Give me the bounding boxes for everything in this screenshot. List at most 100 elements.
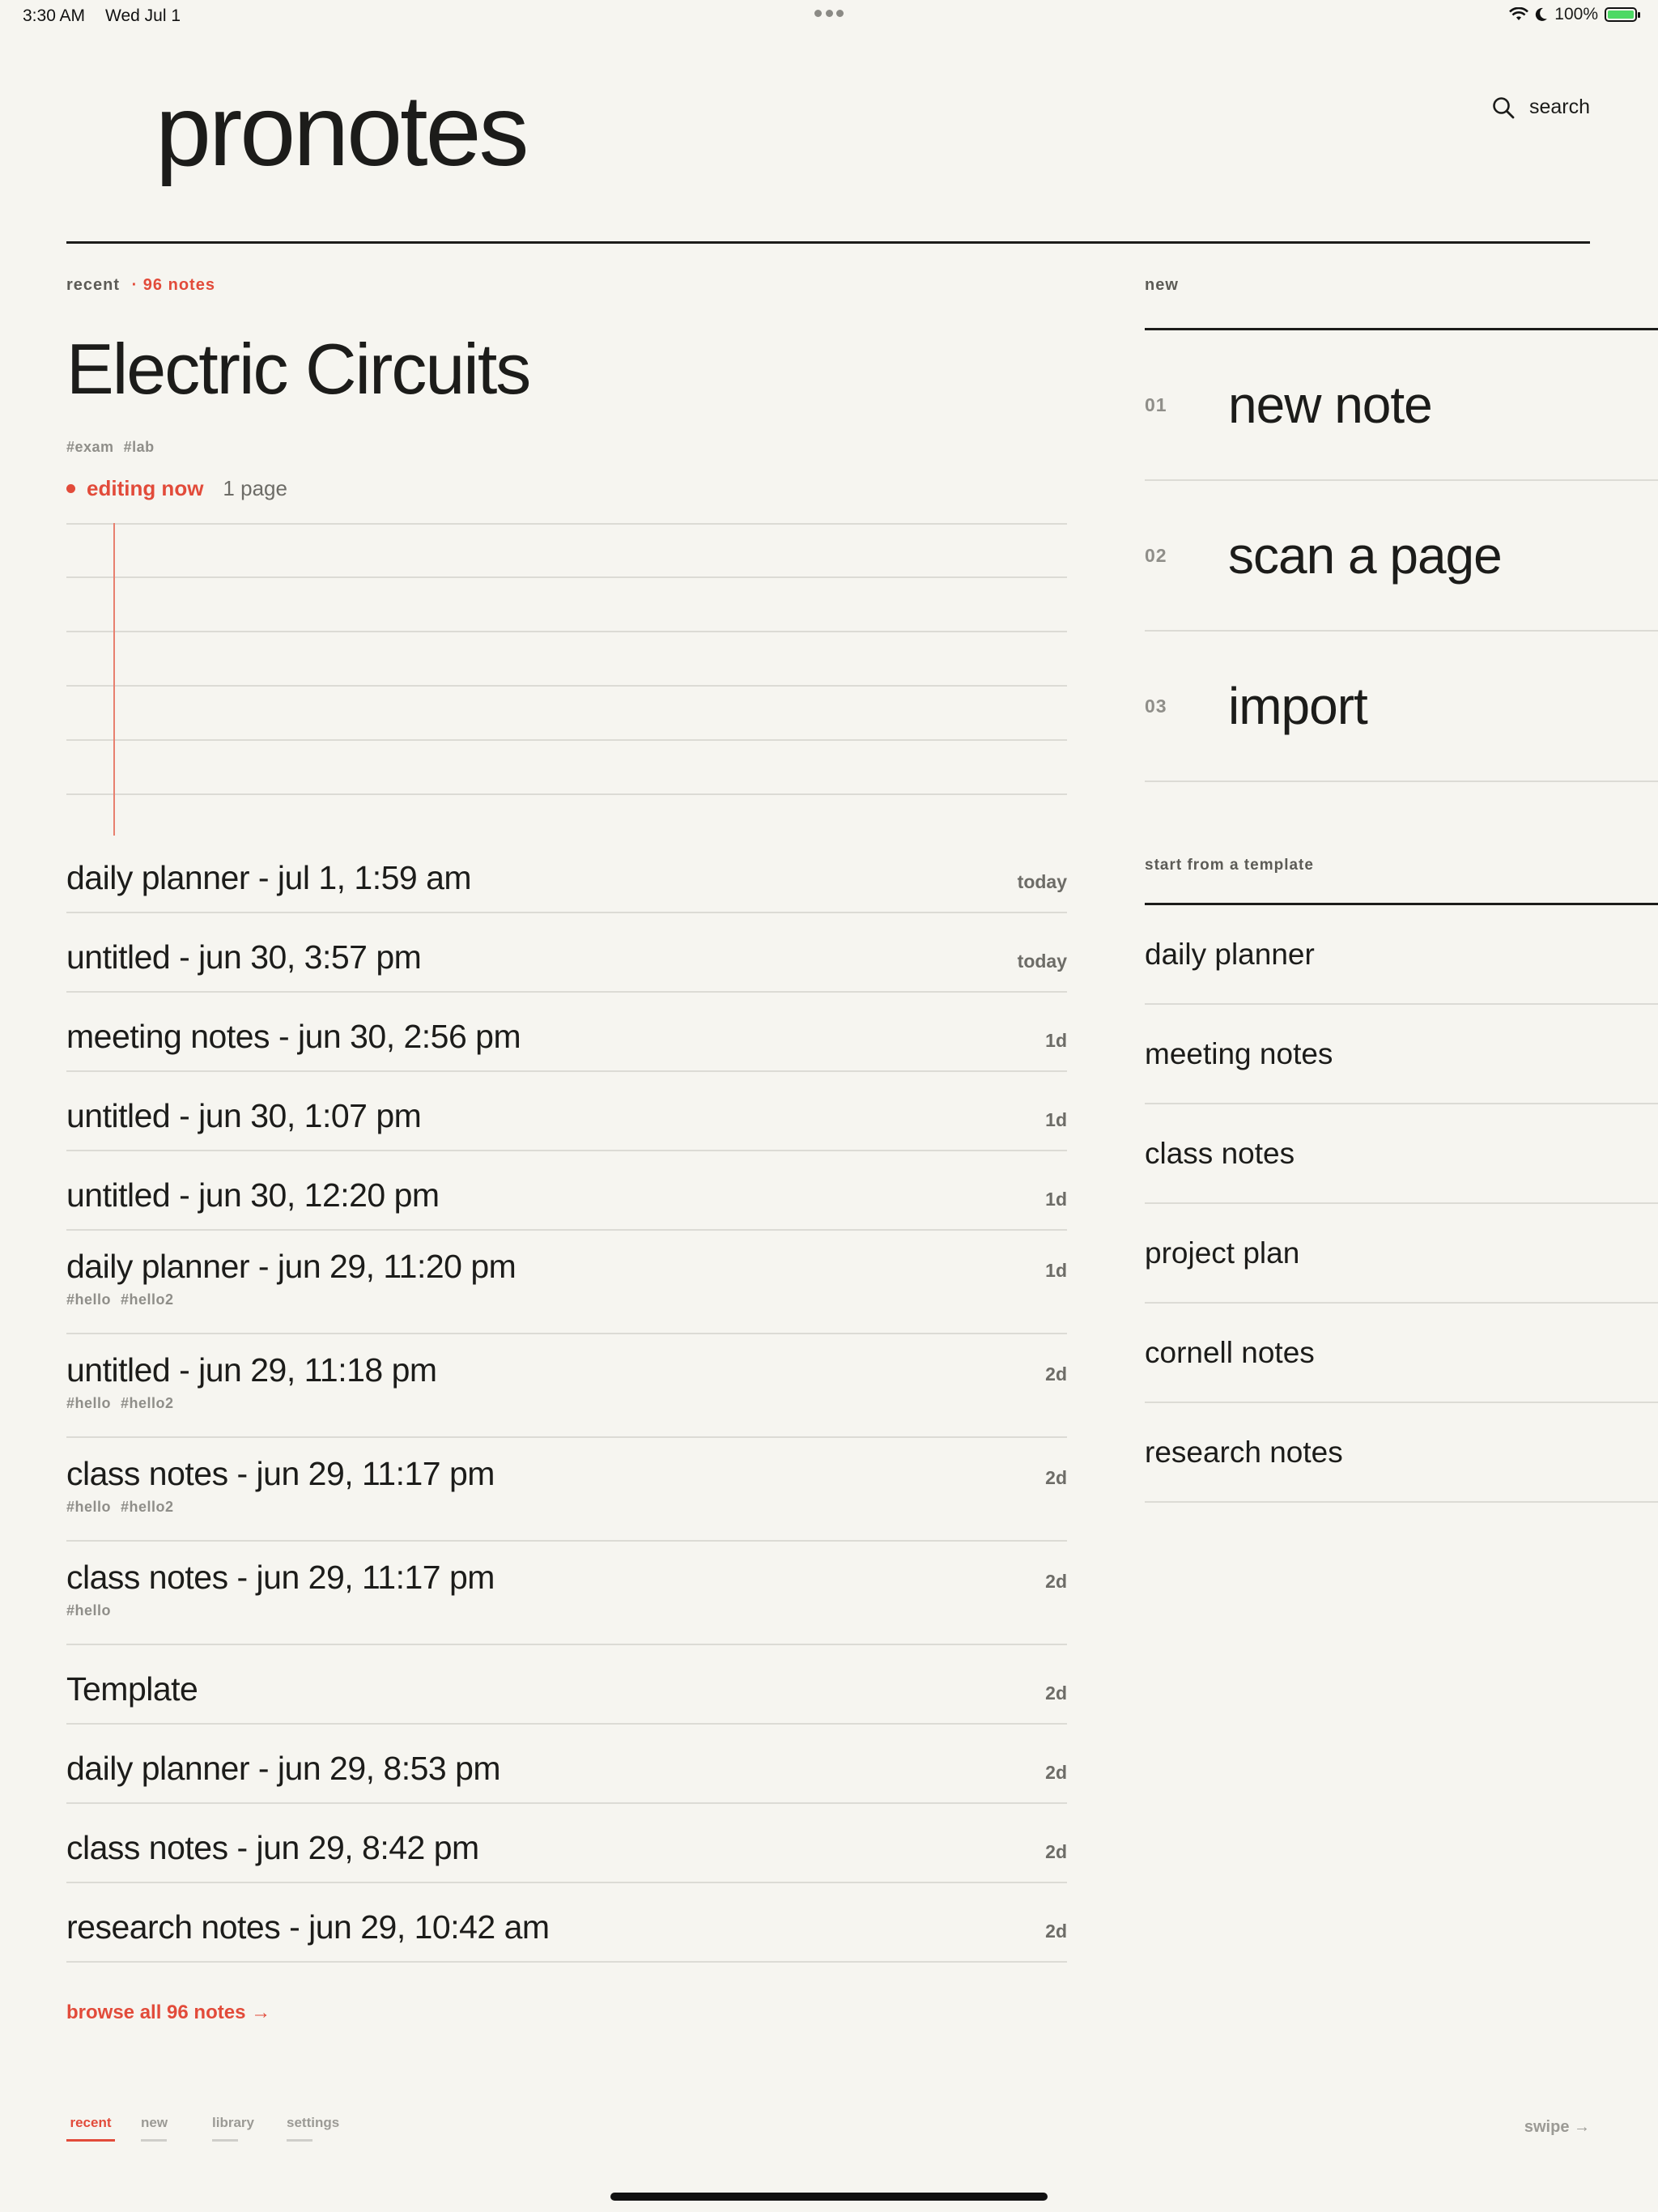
note-age: 2d: [1045, 1363, 1067, 1385]
item-number: 02: [1145, 544, 1167, 566]
tab-recent[interactable]: recent: [66, 2115, 115, 2142]
note-title: untitled - jun 30, 3:57 pm: [66, 938, 422, 976]
recent-section-header: recent · 96 notes: [66, 276, 215, 295]
featured-note-title[interactable]: Electric Circuits: [66, 334, 531, 405]
note-info: class notes - jun 29, 11:17 pm #hello #hel…: [66, 1457, 495, 1516]
note-info: untitled - jun 30, 12:20 pm: [66, 1179, 440, 1212]
browse-all-link[interactable]: browse all 96 notes →: [66, 2001, 270, 2024]
tab-label: recent: [70, 2115, 112, 2130]
note-tags: #hello #hello2: [66, 1499, 495, 1516]
template-cornell-notes[interactable]: cornell notes: [1145, 1304, 1658, 1403]
note-age: today: [1017, 951, 1067, 972]
note-row[interactable]: daily planner - jun 29, 11:20 pm #hello #h…: [66, 1231, 1067, 1334]
item-label: scan a page: [1228, 526, 1503, 585]
home-indicator[interactable]: [610, 2193, 1048, 2201]
tag[interactable]: #hello2: [121, 1291, 174, 1308]
note-row[interactable]: daily planner - jun 29, 8:53 pm 2d: [66, 1725, 1067, 1804]
editing-label: editing now: [87, 476, 204, 500]
note-title: daily planner - jun 29, 8:53 pm: [66, 1750, 501, 1787]
note-title: class notes - jun 29, 8:42 pm: [66, 1829, 479, 1866]
note-age: today: [1017, 871, 1067, 892]
note-info: untitled - jun 29, 11:18 pm #hello #hello2: [66, 1354, 437, 1412]
search-label: search: [1528, 96, 1590, 118]
note-row[interactable]: daily planner - jul 1, 1:59 am today: [66, 834, 1067, 913]
note-age: 1d: [1045, 1109, 1067, 1130]
note-row[interactable]: untitled - jun 29, 11:18 pm #hello #hello2…: [66, 1334, 1067, 1438]
import-button[interactable]: 03 import: [1145, 632, 1658, 782]
tag[interactable]: #hello2: [121, 1395, 174, 1411]
note-info: class notes - jun 29, 8:42 pm: [66, 1831, 479, 1865]
margin-line: [113, 523, 115, 836]
note-age: 1d: [1045, 1260, 1067, 1281]
template-meeting-notes[interactable]: meeting notes: [1145, 1005, 1658, 1104]
tag[interactable]: #hello: [66, 1602, 111, 1619]
tag[interactable]: #hello: [66, 1499, 111, 1515]
note-row[interactable]: untitled - jun 30, 1:07 pm 1d: [66, 1072, 1067, 1151]
moon-icon: [1536, 7, 1548, 21]
tab-library[interactable]: library: [212, 2115, 254, 2142]
note-title: Template: [66, 1670, 198, 1708]
editing-dot-icon: [66, 484, 75, 493]
note-info: daily planner - jul 1, 1:59 am: [66, 859, 472, 896]
page-count: 1 page: [223, 476, 287, 500]
note-row[interactable]: untitled - jun 30, 3:57 pm today: [66, 913, 1067, 993]
search-button[interactable]: search: [1492, 96, 1590, 119]
editing-status: editing now 1 page: [66, 476, 287, 501]
status-time: 3:30 AM: [23, 6, 86, 25]
template-list: daily planner meeting notes class notes …: [1145, 903, 1658, 1503]
template-section-label: start from a template: [1145, 857, 1314, 874]
note-title: daily planner - jun 29, 11:20 pm: [66, 1248, 517, 1285]
template-research-notes[interactable]: research notes: [1145, 1403, 1658, 1503]
note-title: daily planner - jul 1, 1:59 am: [66, 859, 472, 896]
tag[interactable]: #hello: [66, 1291, 111, 1308]
note-info: untitled - jun 30, 3:57 pm: [66, 938, 422, 976]
note-info: daily planner - jun 29, 11:20 pm #hello #h…: [66, 1248, 517, 1308]
note-age: 2d: [1045, 1921, 1067, 1942]
tab-label: new: [141, 2115, 168, 2130]
template-project-plan[interactable]: project plan: [1145, 1204, 1658, 1304]
note-age: 2d: [1045, 1841, 1067, 1862]
item-number: 01: [1145, 393, 1167, 415]
tab-label: settings: [287, 2115, 340, 2130]
recent-label: recent: [66, 276, 121, 294]
note-age: 1d: [1045, 1030, 1067, 1051]
note-title: untitled - jun 30, 12:20 pm: [66, 1176, 440, 1214]
item-label: new note: [1228, 376, 1433, 434]
item-number: 03: [1145, 695, 1167, 717]
battery-percent: 100%: [1554, 5, 1598, 23]
tab-new[interactable]: new: [141, 2115, 168, 2142]
note-row[interactable]: meeting notes - jun 30, 2:56 pm 1d: [66, 993, 1067, 1072]
scan-page-button[interactable]: 02 scan a page: [1145, 481, 1658, 632]
swipe-hint[interactable]: swipe →: [1524, 2118, 1590, 2137]
note-age: 2d: [1045, 1467, 1067, 1488]
note-info: Template: [66, 1673, 198, 1706]
template-daily-planner[interactable]: daily planner: [1145, 905, 1658, 1005]
note-row[interactable]: Template 2d: [66, 1645, 1067, 1725]
note-title: untitled - jun 30, 1:07 pm: [66, 1097, 422, 1134]
featured-note-tags: #exam #lab: [66, 439, 164, 456]
tag[interactable]: #lab: [124, 439, 155, 455]
notes-count: · 96 notes: [131, 276, 215, 294]
tag[interactable]: #exam: [66, 439, 114, 455]
tag[interactable]: #hello: [66, 1395, 111, 1411]
search-icon: [1493, 96, 1515, 118]
app-title: pronotes: [155, 75, 529, 187]
note-row[interactable]: class notes - jun 29, 11:17 pm #hello #hel…: [66, 1438, 1067, 1542]
template-class-notes[interactable]: class notes: [1145, 1104, 1658, 1204]
multitasking-dots-icon[interactable]: [814, 10, 844, 18]
note-age: 1d: [1045, 1189, 1067, 1210]
note-row[interactable]: class notes - jun 29, 11:17 pm #hello 2d: [66, 1542, 1067, 1645]
item-label: import: [1228, 677, 1368, 735]
new-note-button[interactable]: 01 new note: [1145, 330, 1658, 481]
tab-settings[interactable]: settings: [287, 2115, 339, 2142]
featured-note-preview[interactable]: [66, 523, 1067, 836]
note-row[interactable]: class notes - jun 29, 8:42 pm 2d: [66, 1804, 1067, 1883]
note-row[interactable]: research notes - jun 29, 10:42 am 2d: [66, 1883, 1067, 1963]
note-tags: #hello #hello2: [66, 1291, 516, 1308]
tag[interactable]: #hello2: [121, 1499, 174, 1515]
note-info: research notes - jun 29, 10:42 am: [66, 1911, 550, 1944]
wifi-icon: [1509, 7, 1529, 20]
note-info: class notes - jun 29, 11:17 pm #hello: [66, 1561, 495, 1619]
note-row[interactable]: untitled - jun 30, 12:20 pm 1d: [66, 1151, 1067, 1231]
new-actions: 01 new note 02 scan a page 03 import: [1145, 328, 1658, 782]
